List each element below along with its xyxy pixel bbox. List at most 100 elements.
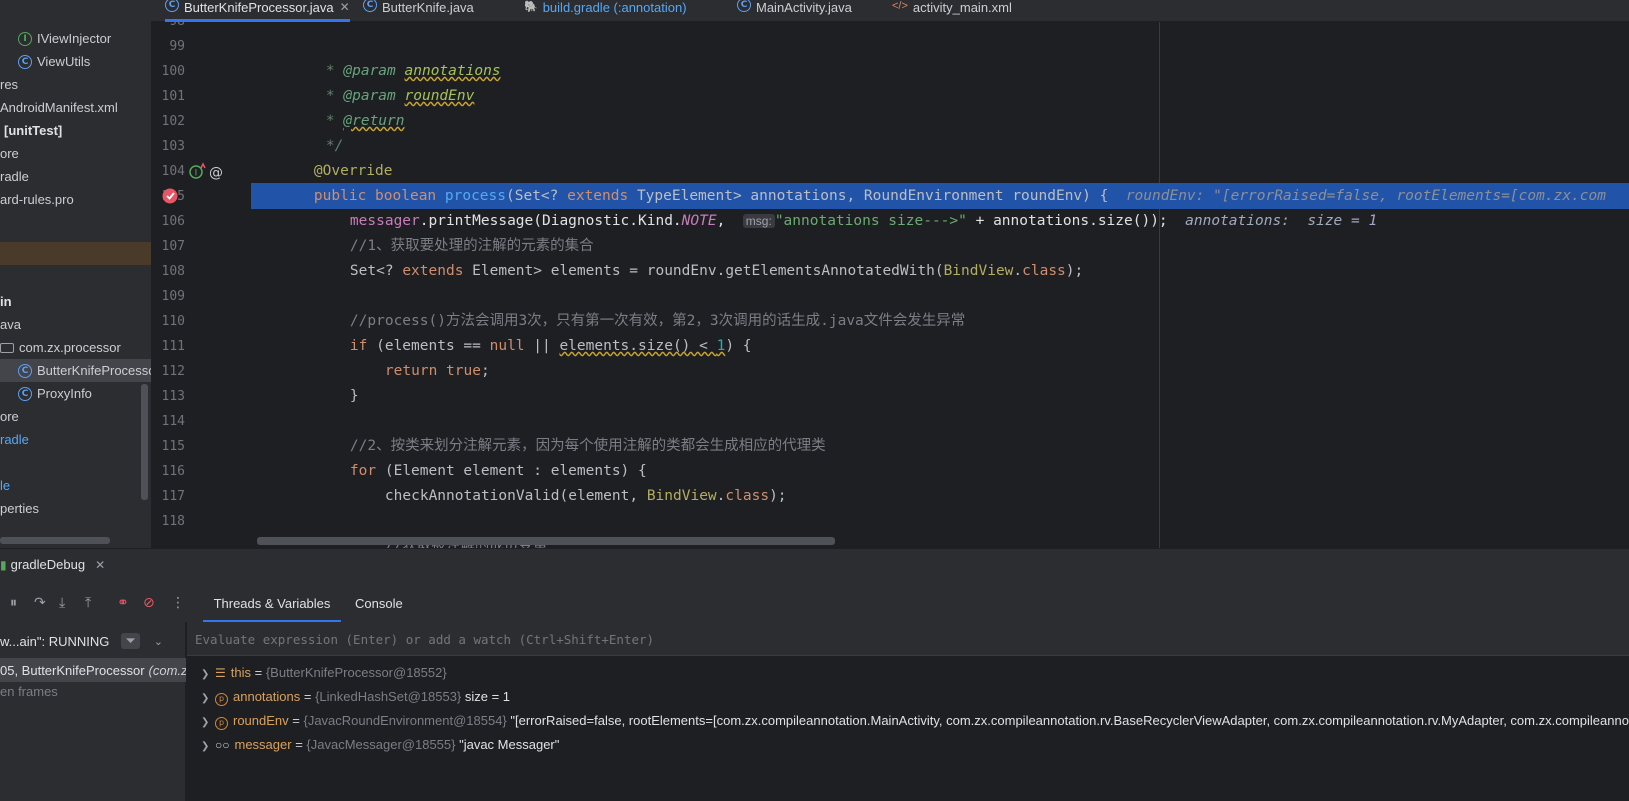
tree-item[interactable]: C ProxyInfo — [0, 382, 151, 405]
tab-label: MainActivity.java — [756, 0, 852, 15]
tree-item[interactable]: C ViewUtils — [0, 50, 151, 73]
editor-horizontal-scrollbar[interactable] — [257, 537, 835, 545]
tree-item[interactable]: I IViewInjector — [0, 27, 151, 50]
mute-breakpoints-icon[interactable]: ⊘ — [143, 595, 155, 611]
tab-debug-session[interactable]: ▮ gradleDebug ✕ — [0, 557, 105, 572]
variables-pane: ❯☰this = {ButterKnifeProcessor@18552} ❯p… — [187, 622, 1629, 801]
line-number: 110 — [161, 314, 185, 329]
class-icon: C — [18, 54, 32, 69]
code-line-104: public boolean process(Set<? extends Typ… — [313, 188, 1606, 204]
filter-icon[interactable]: ⏷ — [121, 633, 140, 649]
variable-name: this — [230, 665, 251, 680]
tab-butterknifeprocessor[interactable]: C ButterKnifeProcessor.java ✕ — [165, 0, 350, 22]
svg-text:I: I — [195, 169, 198, 179]
class-icon: C — [18, 386, 32, 401]
variable-row[interactable]: ❯ p annotations = {LinkedHashSet@18553} si… — [187, 685, 510, 709]
code-line-102: */ — [325, 138, 344, 154]
code-line-101: * @return — [325, 113, 405, 129]
tree-item[interactable]: perties — [0, 497, 151, 520]
class-icon: C — [18, 363, 32, 378]
tab-activity-main-xml[interactable]: </> activity_main.xml — [892, 0, 1012, 22]
variable-ref: {JavacMessager@18555} — [306, 737, 456, 752]
tab-console[interactable]: Console — [355, 586, 403, 622]
tree-item-selected[interactable]: C ButterKnifeProcessor — [0, 359, 151, 382]
variable-equals: = — [291, 737, 307, 752]
tree-item[interactable]: ore — [0, 142, 151, 165]
tab-mainactivity[interactable]: C MainActivity.java — [737, 0, 852, 22]
tab-butterknife[interactable]: C ButterKnife.java — [363, 0, 474, 22]
code-line-110: if (elements == null || elements.size() … — [349, 338, 752, 354]
close-icon[interactable]: ✕ — [340, 0, 350, 14]
evaluate-expression-input[interactable] — [195, 629, 1595, 649]
editor-gutter[interactable]: 98 99 100 101 102 103 104 105 106 107 10… — [151, 22, 251, 548]
param-icon: p — [215, 716, 228, 730]
tab-label: activity_main.xml — [912, 0, 1012, 15]
tree-item[interactable]: com.zx.processor — [0, 336, 151, 359]
tree-item[interactable] — [0, 242, 151, 265]
step-over-icon[interactable]: ↷ — [34, 595, 46, 611]
step-out-icon[interactable]: ⤒ — [85, 595, 91, 611]
expand-arrow-icon[interactable]: ❯ — [201, 663, 215, 687]
implements-method-icon[interactable]: I — [188, 162, 206, 180]
variable-row[interactable]: ❯ ☰ this = {ButterKnifeProcessor@18552} — [187, 661, 447, 685]
tree-item[interactable]: ard-rules.pro — [0, 188, 151, 211]
tree-item[interactable]: radle — [0, 165, 151, 188]
thread-selector[interactable]: w...ain": RUNNING ⏷ ⌄ — [0, 628, 186, 654]
code-line-100: * @param roundEnv — [325, 88, 475, 104]
tree-item[interactable]: ore — [0, 405, 151, 428]
class-icon: C — [165, 0, 179, 12]
tree-item[interactable]: ava — [0, 313, 151, 336]
view-breakpoints-icon[interactable]: ⚭ — [117, 595, 129, 611]
tree-item[interactable]: res — [0, 73, 151, 96]
line-number: 113 — [161, 389, 185, 404]
line-number: 109 — [161, 289, 185, 304]
variable-row[interactable]: ❯ ○○ messager = {JavacMessager@18555} "jav… — [187, 733, 559, 757]
tree-item-label: radle — [0, 432, 29, 447]
project-tree: I IViewInjector C ViewUtils res AndroidMan… — [0, 0, 151, 548]
tree-item[interactable]: AndroidManifest.xml — [0, 96, 151, 119]
debug-toolbar: ⏸ ↷ ⤓ ⤒ ⚭ ⊘ ⋮ Threads & Variables Consol… — [0, 586, 1629, 622]
code-editor[interactable]: 98 99 100 101 102 103 104 105 106 107 10… — [151, 22, 1629, 548]
line-number: 107 — [161, 239, 185, 254]
step-into-icon[interactable]: ⤓ — [59, 595, 65, 611]
tab-build-gradle[interactable]: 🐘 build.gradle (:annotation) — [524, 0, 687, 22]
tree-item[interactable]: [unitTest] — [0, 119, 151, 142]
line-number: 111 — [161, 339, 185, 354]
line-number: 108 — [161, 264, 185, 279]
tab-threads-variables[interactable]: Threads & Variables — [203, 586, 341, 622]
variable-row[interactable]: ❯ p roundEnv = {JavacRoundEnvironment@1855… — [187, 709, 1629, 733]
breakpoint-icon[interactable] — [161, 187, 179, 205]
sidebar-horizontal-scrollbar[interactable] — [0, 537, 110, 544]
tree-item-label: in — [0, 294, 12, 309]
line-number: 104 — [161, 164, 185, 179]
tree-item[interactable]: radle — [0, 428, 151, 451]
gradle-icon: 🐘 — [524, 1, 538, 13]
expand-arrow-icon[interactable]: ❯ — [201, 687, 215, 711]
evaluate-expression-bar[interactable] — [187, 622, 1629, 656]
tree-item[interactable]: le — [0, 474, 151, 497]
line-number: 118 — [161, 514, 185, 529]
tab-label: Console — [355, 596, 403, 611]
expand-arrow-icon[interactable]: ❯ — [201, 735, 215, 759]
code-line-115: for (Element element : elements) { — [349, 463, 647, 479]
tree-item-label: com.zx.processor — [19, 340, 121, 355]
right-margin-guide — [1159, 22, 1160, 548]
chevron-down-icon[interactable]: ⌄ — [154, 635, 163, 648]
sidebar-scrollbar[interactable] — [141, 384, 148, 500]
code-line-103: @Override — [313, 163, 393, 179]
tree-item[interactable]: in — [0, 290, 151, 313]
line-number: 116 — [161, 464, 185, 479]
watch-icon: ○○ — [215, 738, 230, 752]
tree-item-label: ava — [0, 317, 21, 332]
annotation-icon[interactable]: @ — [207, 163, 225, 181]
code-line-106: //1、获取要处理的注解的元素的集合 — [349, 238, 594, 254]
hidden-frames-label[interactable]: en frames — [0, 684, 58, 699]
pause-icon[interactable]: ⏸ — [10, 595, 17, 611]
package-icon — [0, 342, 14, 353]
stack-frame-selected[interactable]: 05, ButterKnifeProcessor (com.z — [0, 658, 186, 682]
close-icon[interactable]: ✕ — [95, 558, 105, 572]
expand-arrow-icon[interactable]: ❯ — [201, 711, 215, 735]
more-options-icon[interactable]: ⋮ — [171, 595, 185, 611]
line-number: 106 — [161, 214, 185, 229]
parameter-hint: msg: — [742, 214, 775, 228]
